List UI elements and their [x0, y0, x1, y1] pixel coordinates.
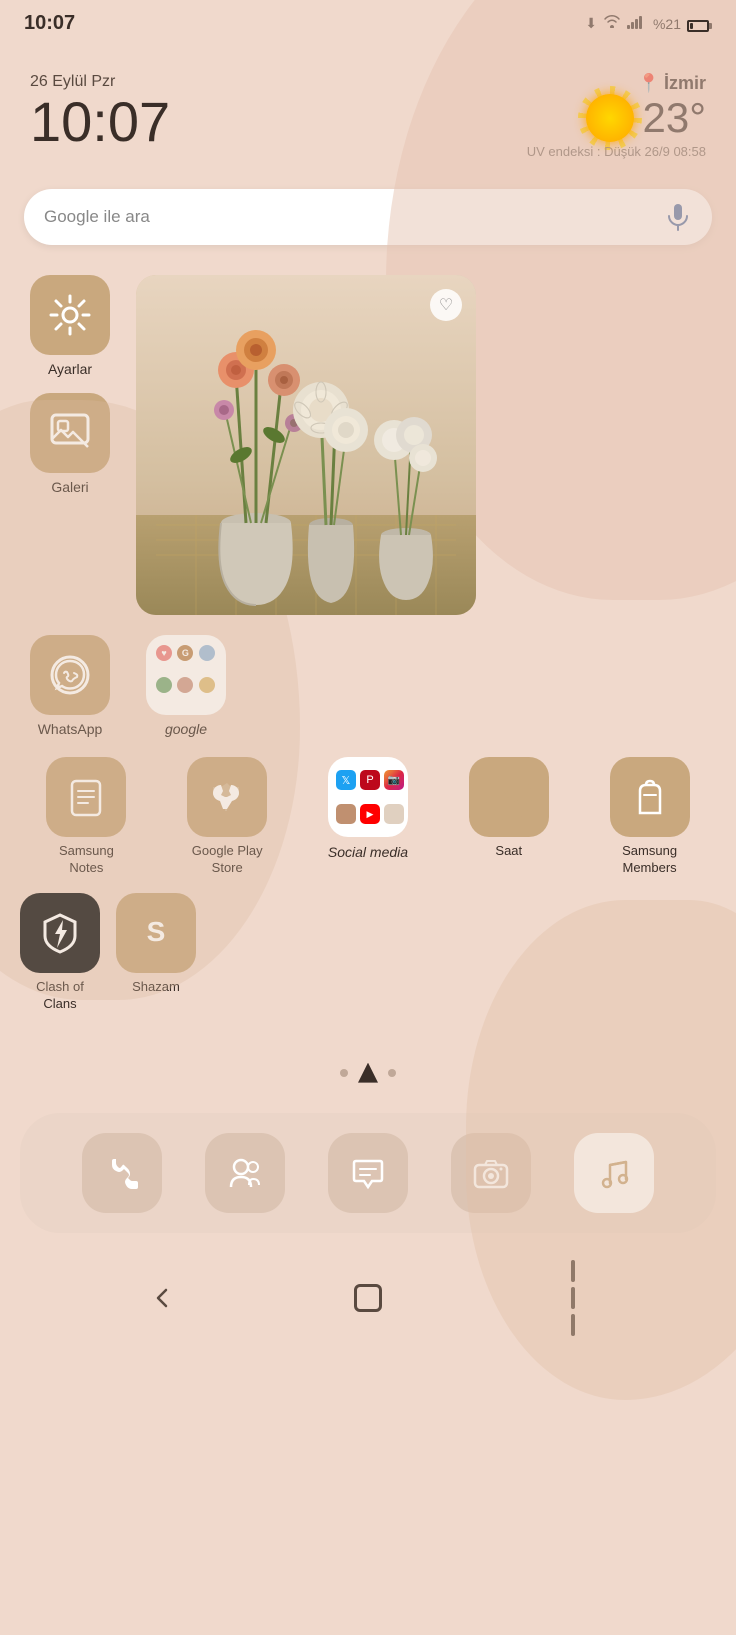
home-page-indicator: [358, 1063, 378, 1083]
social-media-label: Social media: [328, 843, 408, 861]
status-time: 10:07: [24, 12, 75, 35]
app-social-folder[interactable]: 𝕏 P 📷 ▶: [302, 757, 435, 877]
clock-minute-hand: [508, 796, 523, 806]
heart-icon: ♡: [430, 289, 462, 321]
dock-contacts[interactable]: [205, 1133, 285, 1213]
date-label: 26 Eylül Pzr: [30, 73, 170, 91]
samsung-members-label: SamsungMembers: [622, 843, 677, 877]
nav-back-button[interactable]: [138, 1273, 188, 1323]
social-dot2: [384, 804, 404, 824]
social-folder-icon: 𝕏 P 📷 ▶: [328, 757, 408, 837]
app-samsung-members[interactable]: SamsungMembers: [583, 757, 716, 877]
nav-home-button[interactable]: [343, 1273, 393, 1323]
twitter-mini-icon: 𝕏: [336, 770, 356, 790]
page-dot-3: [388, 1069, 396, 1077]
dock-messages[interactable]: [328, 1133, 408, 1213]
instagram-mini-icon: 📷: [384, 770, 404, 790]
ayarlar-icon: [30, 275, 110, 355]
photo-widget[interactable]: ♡: [136, 275, 476, 615]
pinterest-mini-icon: P: [360, 770, 380, 790]
clock-graphic: [486, 774, 532, 820]
home-square-icon: [354, 1284, 382, 1312]
flower-scene-svg: [136, 275, 476, 615]
samsung-members-icon: [610, 757, 690, 837]
app-saat[interactable]: Saat: [442, 757, 575, 877]
page-dot-1: [340, 1069, 348, 1077]
ayarlar-label: Ayarlar: [48, 361, 92, 377]
social-dot1: [336, 804, 356, 824]
big-time: 10:07: [30, 91, 170, 153]
dock-phone[interactable]: [82, 1133, 162, 1213]
saat-icon: [469, 757, 549, 837]
saat-label: Saat: [495, 843, 522, 860]
youtube-mini-icon: ▶: [360, 804, 380, 824]
app-ayarlar[interactable]: Ayarlar: [20, 275, 120, 377]
date-section: 26 Eylül Pzr 10:07: [30, 73, 170, 153]
